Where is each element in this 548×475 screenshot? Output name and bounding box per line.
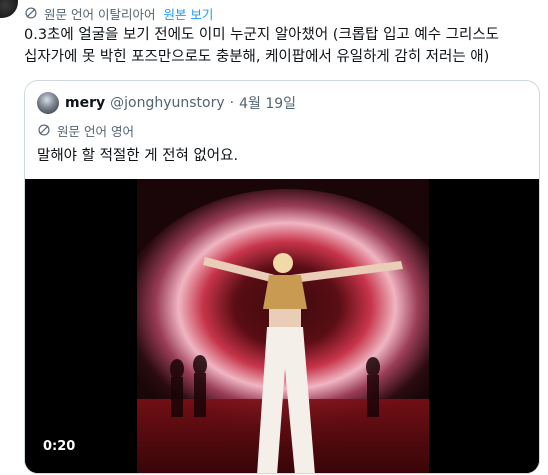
translation-label: 원문 언어 이탈리아어 [44, 6, 156, 22]
globe-icon [25, 7, 37, 19]
video-frame [25, 179, 539, 473]
translation-bar: 원문 언어 이탈리아어 원본 보기 [24, 4, 213, 22]
video-duration-badge: 0:20 [39, 437, 80, 457]
quoted-date[interactable]: 4월 19일 [239, 93, 296, 113]
quoted-author-name[interactable]: mery [65, 95, 105, 111]
tweet-text: 0.3초에 얼굴을 보기 전에도 이미 누군지 알아챘어 (크롭탑 입고 예수 … [24, 27, 500, 65]
globe-icon [38, 124, 50, 136]
quoted-translation-label: 원문 언어 영어 [57, 123, 134, 139]
quoted-tweet[interactable]: mery @jonghyunstory · 4월 19일 원문 언어 영어 말해… [24, 80, 540, 474]
separator-dot: · [229, 95, 235, 111]
quoted-translation-bar: 원문 언어 영어 [37, 121, 134, 139]
show-original-link[interactable]: 원본 보기 [163, 4, 213, 23]
quoted-tweet-header: mery @jonghyunstory · 4월 19일 [37, 91, 296, 115]
video-player[interactable]: 0:20 [25, 179, 539, 473]
quoted-tweet-text: 말해야 할 적절한 게 전혀 없어요. [37, 148, 239, 164]
user-avatar[interactable] [0, 0, 18, 18]
quoted-author-handle[interactable]: @jonghyunstory [110, 95, 225, 111]
quoted-avatar[interactable] [37, 92, 59, 114]
